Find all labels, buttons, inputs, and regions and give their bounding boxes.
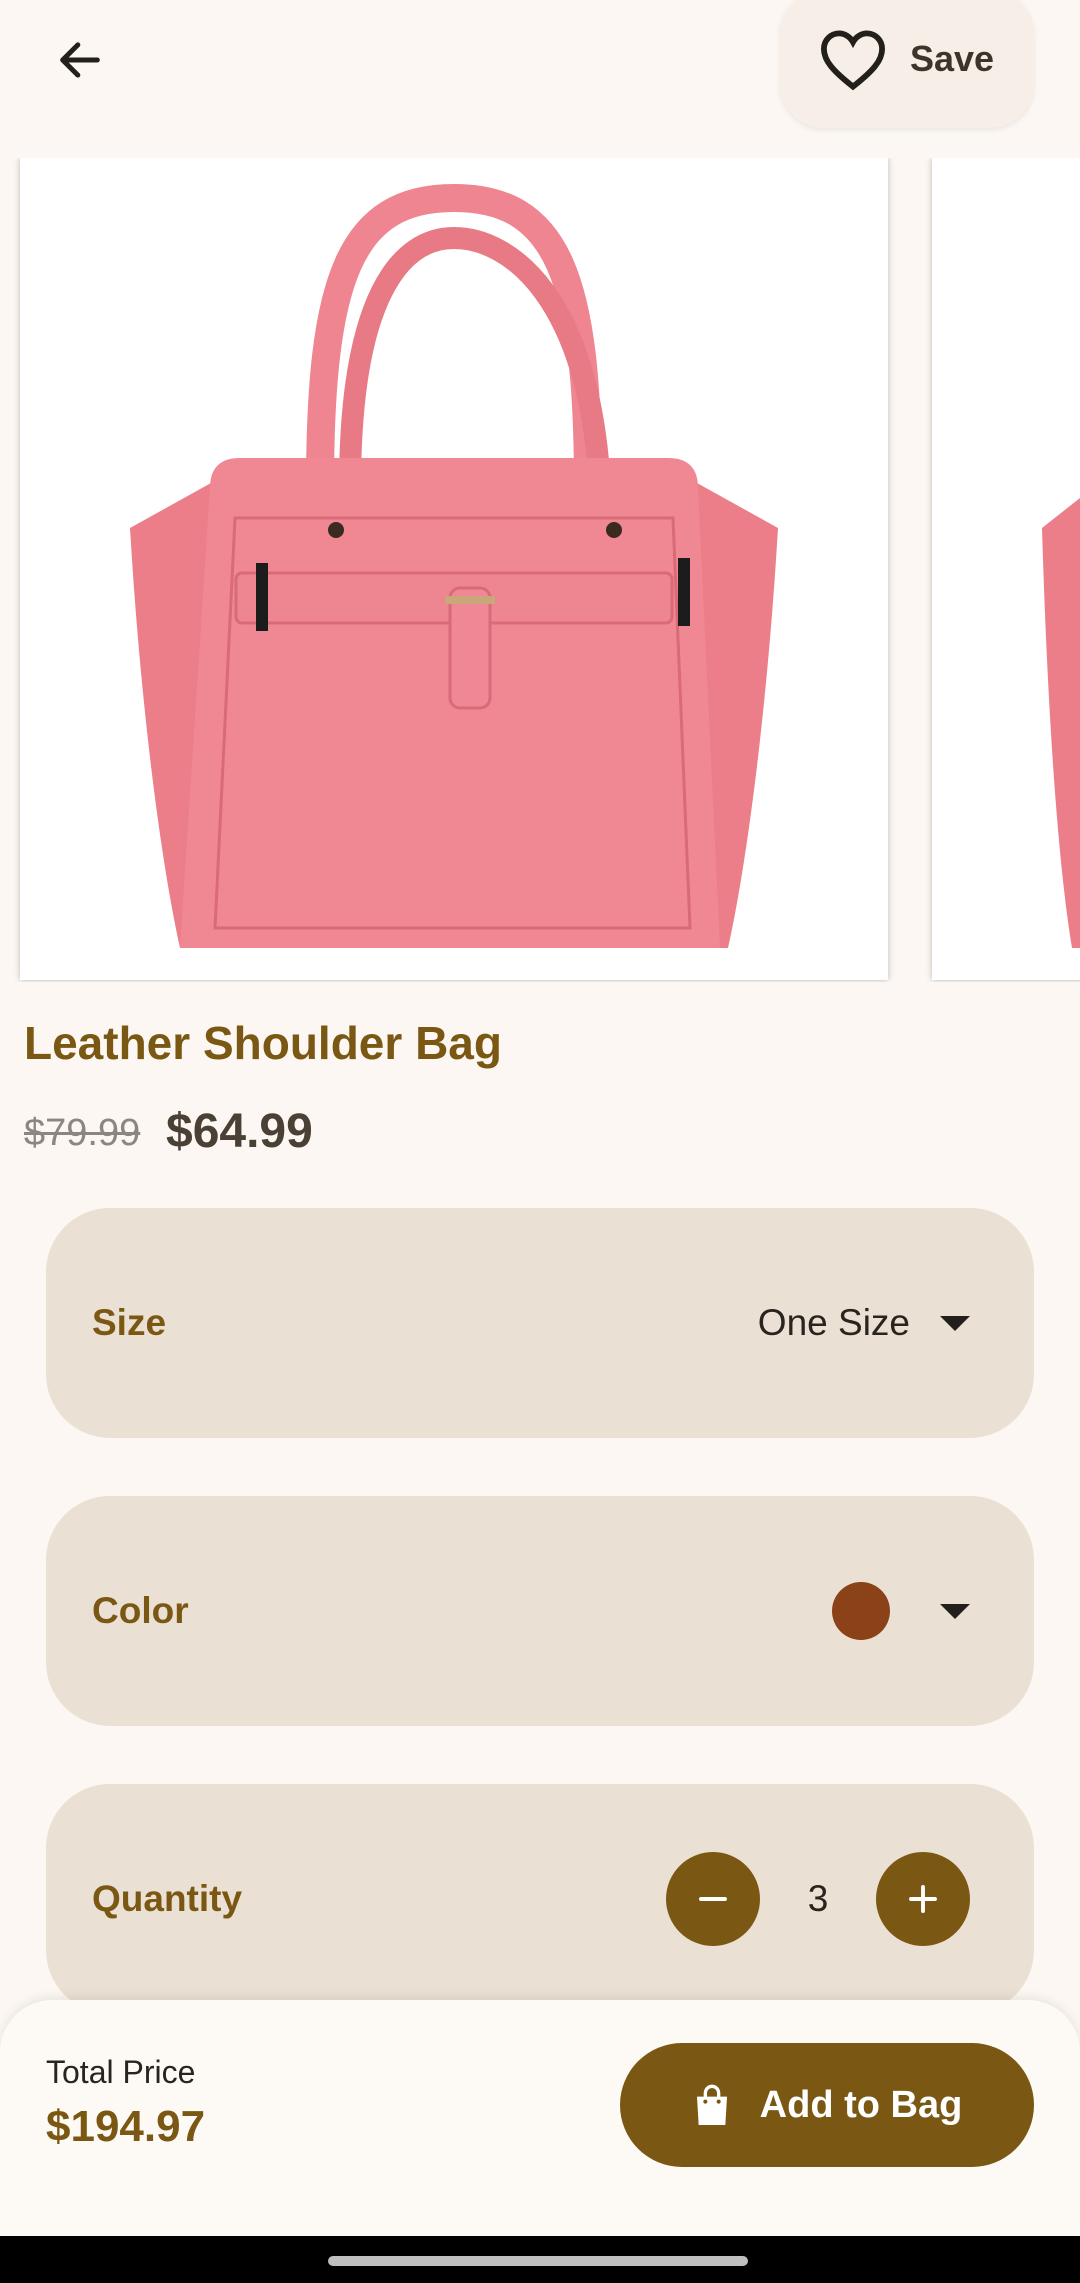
top-app-bar: Save xyxy=(0,0,1080,150)
handbag-photo-next xyxy=(1042,498,1080,948)
color-label: Color xyxy=(92,1590,189,1631)
handbag-photo xyxy=(130,183,778,948)
product-image-carousel[interactable] xyxy=(0,158,1080,982)
home-gesture-handle[interactable] xyxy=(328,2256,748,2266)
chevron-down-icon[interactable] xyxy=(940,1603,970,1619)
total-price-value: $194.97 xyxy=(46,2102,206,2151)
save-button[interactable]: Save xyxy=(780,0,1034,128)
heart-outline-icon xyxy=(820,30,886,91)
product-title: Leather Shoulder Bag xyxy=(24,1017,502,1069)
plus-icon xyxy=(909,1885,937,1913)
checkout-bar: Total Price $194.97 Add to Bag xyxy=(0,2000,1080,2236)
sale-price: $64.99 xyxy=(166,1105,313,1158)
color-dropdown[interactable] xyxy=(832,1582,970,1640)
minus-icon xyxy=(699,1897,727,1901)
size-dropdown[interactable]: One Size xyxy=(758,1302,970,1344)
total-price-label: Total Price xyxy=(46,2054,196,2090)
quantity-label: Quantity xyxy=(92,1878,243,1919)
decrease-quantity-button[interactable] xyxy=(666,1852,760,1946)
quantity-selector: Quantity 3 xyxy=(46,1784,1034,2014)
size-label: Size xyxy=(92,1302,167,1343)
arrow-left-icon xyxy=(60,42,100,78)
shopping-bag-icon xyxy=(696,2084,727,2125)
product-image-next[interactable] xyxy=(932,158,1080,980)
quantity-value: 3 xyxy=(807,1878,829,1919)
size-value: One Size xyxy=(757,1302,910,1343)
quantity-stepper: 3 xyxy=(666,1852,970,1946)
save-label: Save xyxy=(910,38,995,79)
increase-quantity-button[interactable] xyxy=(876,1852,970,1946)
original-price: $79.99 xyxy=(24,1112,141,1154)
size-selector[interactable]: Size One Size xyxy=(46,1208,1034,1438)
add-to-bag-label: Add to Bag xyxy=(759,2083,963,2126)
product-image[interactable] xyxy=(20,158,888,980)
color-swatch[interactable] xyxy=(832,1582,890,1640)
system-navigation-bar xyxy=(0,2236,1080,2283)
color-selector[interactable]: Color xyxy=(46,1496,1034,1726)
add-to-bag-button[interactable]: Add to Bag xyxy=(620,2043,1034,2167)
chevron-down-icon[interactable] xyxy=(940,1315,970,1331)
back-button[interactable] xyxy=(40,20,120,100)
